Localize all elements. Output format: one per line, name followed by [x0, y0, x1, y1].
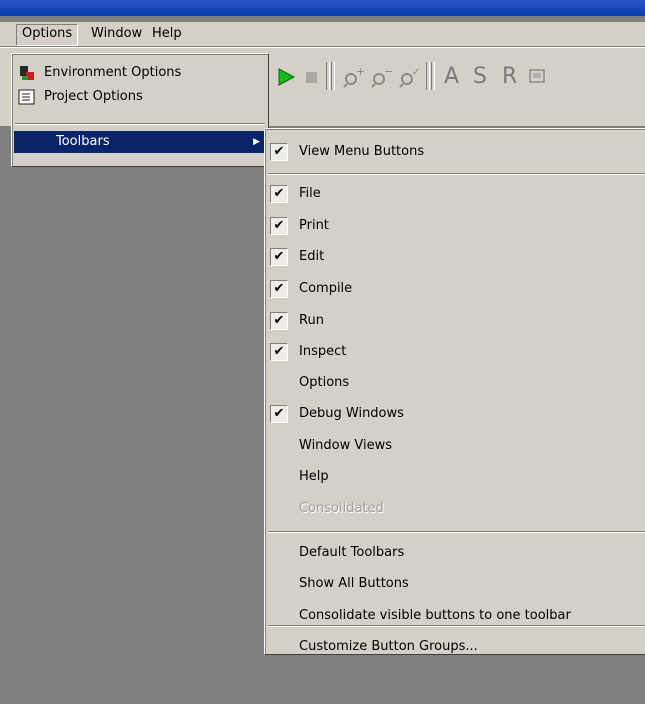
checkmark-icon: ✔ — [270, 185, 288, 203]
checkmark-icon: ✔ — [270, 280, 288, 298]
submenu-item-view-menu-buttons[interactable]: ✔ View Menu Buttons — [267, 141, 645, 163]
toolbar-separator — [331, 62, 335, 90]
checkmark-icon: ✔ — [270, 248, 288, 266]
project-options-icon — [18, 89, 35, 105]
menu-options[interactable]: Options — [16, 24, 79, 46]
zoom-in-icon[interactable]: + — [343, 66, 365, 88]
submenu-item-label: Edit — [299, 249, 325, 264]
zoom-fit-icon[interactable]: ✓ — [399, 66, 421, 88]
submenu-item-edit[interactable]: ✔ Edit — [267, 246, 645, 268]
menu-window[interactable]: Window — [86, 24, 147, 44]
submenu-item-label: Print — [299, 218, 329, 233]
submenu-item-label: Run — [299, 313, 324, 328]
submenu-item-label: Show All Buttons — [299, 576, 409, 591]
submenu-item-customize-button-groups[interactable]: Customize Button Groups... — [267, 636, 645, 658]
checkmark-icon: ✔ — [270, 217, 288, 235]
submenu-item-consolidate-visible-buttons[interactable]: Consolidate visible buttons to one toolb… — [267, 605, 645, 627]
svg-text:✓: ✓ — [412, 67, 420, 78]
submenu-item-consolidated: Consolidated — [267, 498, 645, 520]
menu-separator — [268, 531, 645, 533]
submenu-item-label: View Menu Buttons — [299, 144, 425, 159]
toolbar-letter-s[interactable]: S — [473, 64, 487, 89]
toolbar-separator — [326, 62, 330, 90]
menu-item-environment-options[interactable]: Environment Options — [14, 62, 266, 84]
menu-separator — [15, 123, 265, 125]
window-title-bar — [0, 0, 645, 16]
submenu-item-debug-windows[interactable]: ✔ Debug Windows — [267, 403, 645, 425]
submenu-item-label: Help — [299, 469, 329, 484]
environment-options-icon — [20, 66, 34, 80]
submenu-item-label: Consolidate visible buttons to one toolb… — [299, 608, 571, 623]
submenu-item-compile[interactable]: ✔ Compile — [267, 278, 645, 300]
checkmark-icon: ✔ — [270, 143, 288, 161]
svg-text:−: − — [384, 66, 393, 78]
submenu-item-label: Options — [299, 375, 350, 390]
submenu-item-label: Consolidated — [299, 501, 384, 516]
menu-item-toolbars[interactable]: Toolbars ▶ — [14, 131, 266, 153]
submenu-item-run[interactable]: ✔ Run — [267, 310, 645, 332]
options-menu: Environment Options Project Options Tool… — [11, 53, 269, 167]
submenu-item-label: Debug Windows — [299, 406, 404, 421]
menu-help[interactable]: Help — [147, 24, 187, 44]
submenu-item-label: Compile — [299, 281, 353, 296]
toolbars-submenu: ✔ View Menu Buttons ✔ File ✔ Print ✔ Edit ✔ Compi… — [264, 128, 645, 655]
submenu-item-help[interactable]: Help — [267, 466, 645, 488]
submenu-item-label: Customize Button Groups... — [299, 639, 478, 654]
toolbar-letter-r[interactable]: R — [502, 64, 517, 89]
submenu-item-print[interactable]: ✔ Print — [267, 215, 645, 237]
submenu-item-label: File — [299, 186, 321, 201]
submenu-item-inspect[interactable]: ✔ Inspect — [267, 341, 645, 363]
submenu-item-default-toolbars[interactable]: Default Toolbars — [267, 542, 645, 564]
stop-icon[interactable] — [303, 66, 321, 88]
svg-text:+: + — [356, 66, 365, 78]
toolbar-separator — [431, 62, 435, 90]
zoom-out-icon[interactable]: − — [371, 66, 393, 88]
run-icon[interactable] — [276, 66, 296, 88]
submenu-item-label: Inspect — [299, 344, 347, 359]
submenu-item-file[interactable]: ✔ File — [267, 183, 645, 205]
toolbar-letter-a[interactable]: A — [444, 64, 459, 89]
checkmark-icon: ✔ — [270, 405, 288, 423]
menu-item-project-options[interactable]: Project Options — [14, 86, 266, 108]
submenu-item-window-views[interactable]: Window Views — [267, 435, 645, 457]
checkmark-icon: ✔ — [270, 343, 288, 361]
submenu-item-label: Window Views — [299, 438, 393, 453]
submenu-item-label: Default Toolbars — [299, 545, 405, 560]
pc-icon[interactable] — [528, 66, 548, 88]
checkmark-icon: ✔ — [270, 312, 288, 330]
submenu-item-show-all-buttons[interactable]: Show All Buttons — [267, 573, 645, 595]
menu-bar: Options Window Help — [0, 22, 645, 46]
menu-separator — [268, 625, 645, 627]
toolbar-separator — [426, 62, 430, 90]
submenu-arrow-icon: ▶ — [253, 137, 260, 147]
menu-separator — [268, 173, 645, 175]
submenu-item-options[interactable]: Options — [267, 372, 645, 394]
